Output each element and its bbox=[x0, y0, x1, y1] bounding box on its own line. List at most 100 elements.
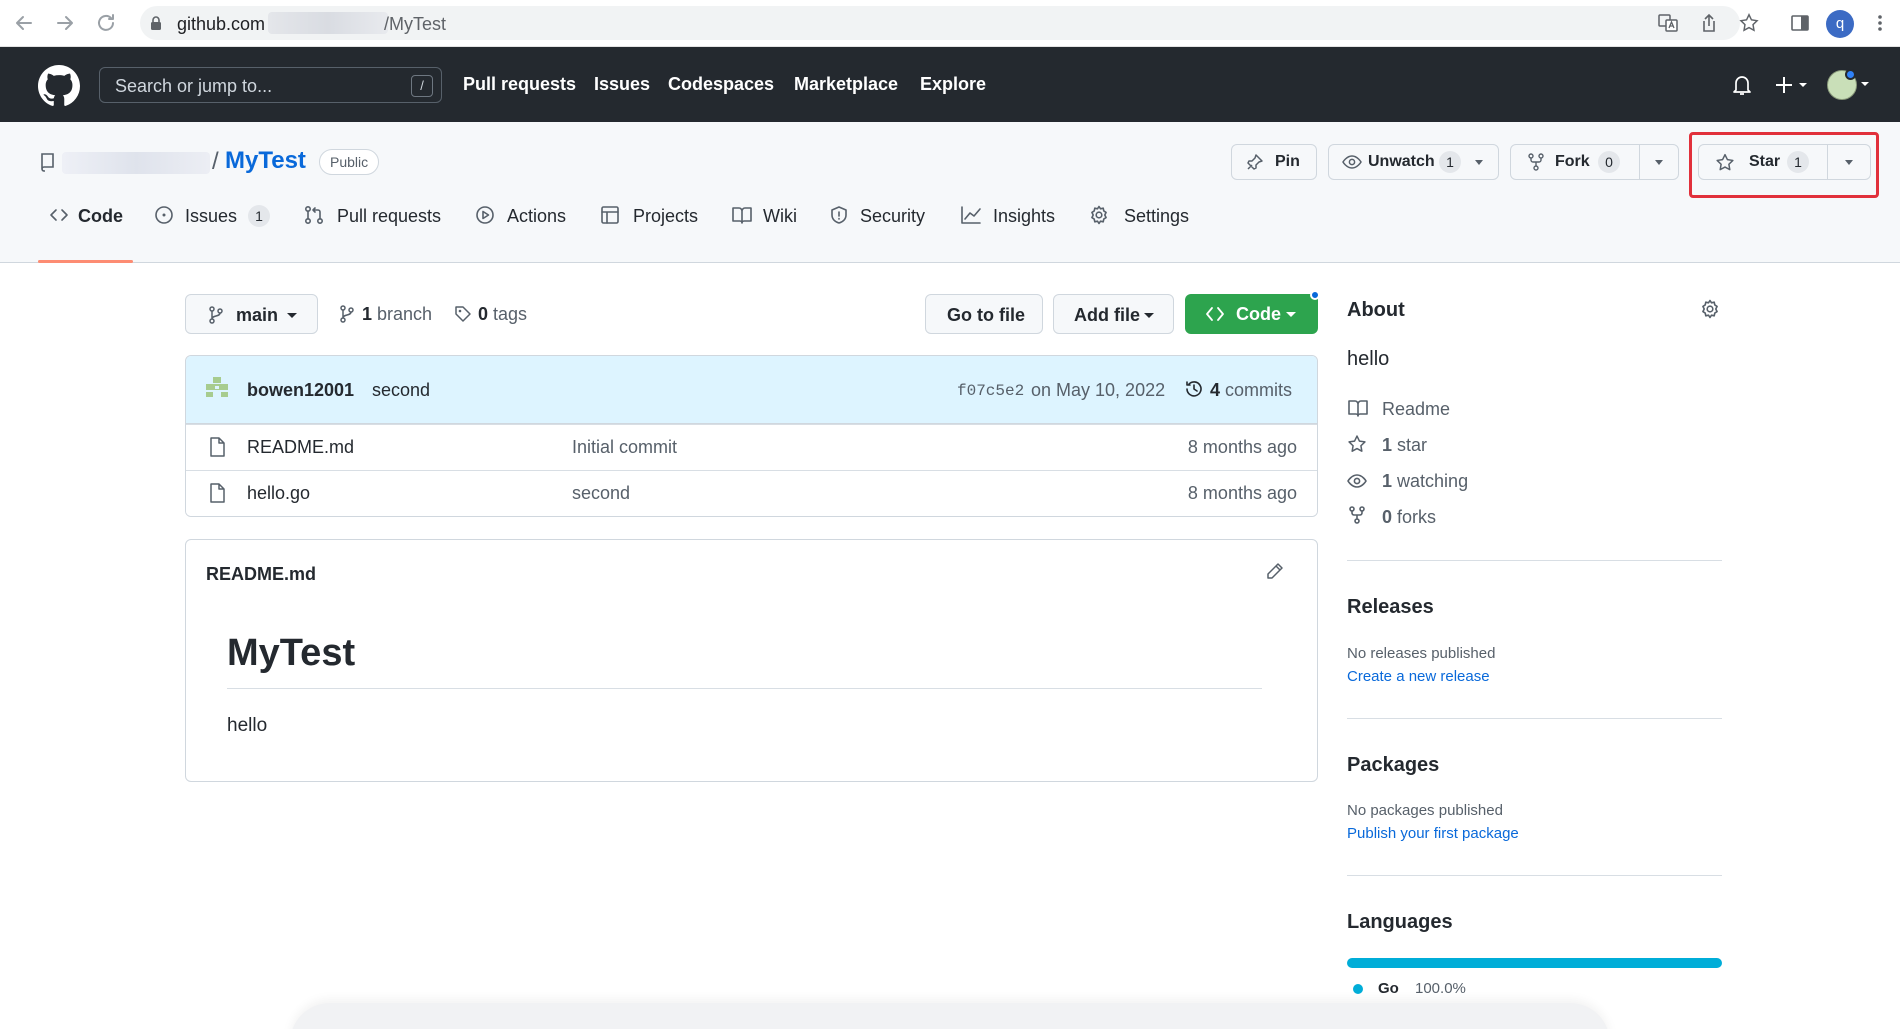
readme-filename-link[interactable]: README.md bbox=[206, 564, 316, 585]
translate-icon[interactable] bbox=[1657, 12, 1679, 34]
file-name-link[interactable]: README.md bbox=[247, 437, 354, 458]
branches-link[interactable]: 1 branch bbox=[362, 304, 432, 325]
tab-label: Security bbox=[860, 206, 926, 226]
git-branch-icon bbox=[340, 305, 354, 323]
pin-button[interactable]: Pin bbox=[1231, 144, 1317, 180]
eye-icon bbox=[1347, 474, 1367, 488]
nav-issues[interactable]: Issues bbox=[594, 74, 650, 95]
search-placeholder: Search or jump to... bbox=[115, 76, 273, 96]
stars-count: 1 bbox=[1382, 435, 1393, 455]
commit-sha-link[interactable]: f07c5e2 bbox=[957, 382, 1024, 400]
forks-word: forks bbox=[1397, 507, 1437, 527]
create-new-plus-icon[interactable] bbox=[1774, 74, 1810, 96]
code-icon bbox=[1206, 307, 1224, 321]
fork-dropdown-button[interactable] bbox=[1640, 145, 1678, 179]
caret-down-icon bbox=[287, 313, 297, 318]
add-file-label: Add file bbox=[1074, 305, 1140, 325]
tag-icon bbox=[455, 306, 471, 322]
address-path: /MyTest bbox=[384, 14, 447, 34]
tab-label: Actions bbox=[507, 206, 567, 226]
tab-label: Wiki bbox=[763, 206, 797, 226]
pin-icon bbox=[1247, 154, 1263, 170]
nav-marketplace[interactable]: Marketplace bbox=[794, 74, 898, 95]
shield-icon bbox=[831, 206, 847, 224]
unwatch-label: Unwatch bbox=[1368, 153, 1435, 170]
tab-label: Pull requests bbox=[337, 206, 442, 226]
search-shortcut-hint: / bbox=[411, 75, 433, 97]
sidebar-divider bbox=[1347, 560, 1722, 561]
star-icon bbox=[1348, 435, 1366, 452]
packages-heading-link[interactable]: Packages bbox=[1347, 754, 1439, 777]
repo-name-link[interactable]: MyTest bbox=[225, 147, 306, 175]
notifications-bell-icon[interactable] bbox=[1731, 73, 1753, 97]
git-branch-icon bbox=[209, 306, 223, 324]
side-panel-icon[interactable] bbox=[1789, 12, 1811, 34]
tab-label: Code bbox=[78, 206, 123, 226]
branch-select-button[interactable]: main bbox=[185, 294, 318, 334]
chevron-down-icon bbox=[1475, 160, 1483, 165]
tags-link[interactable]: 0 tags bbox=[478, 304, 527, 325]
address-host: github.com bbox=[177, 14, 266, 34]
about-settings-gear-icon[interactable] bbox=[1700, 299, 1720, 319]
forward-icon[interactable] bbox=[53, 11, 77, 35]
watch-count: 1 bbox=[1439, 151, 1461, 173]
fork-button-group: Fork 0 bbox=[1510, 144, 1679, 180]
address-bar[interactable]: github.com /MyTest bbox=[140, 6, 1740, 40]
tab-label: Settings bbox=[1124, 206, 1190, 226]
go-to-file-button[interactable]: Go to file bbox=[925, 294, 1043, 334]
pencil-edit-icon[interactable] bbox=[1266, 562, 1284, 580]
commit-word: commits bbox=[1225, 380, 1293, 400]
lock-icon bbox=[151, 16, 161, 30]
nav-pull-requests[interactable]: Pull requests bbox=[463, 74, 576, 95]
bookmark-star-icon[interactable] bbox=[1738, 12, 1760, 34]
back-icon[interactable] bbox=[12, 11, 36, 35]
publish-package-link[interactable]: Publish your first package bbox=[1347, 825, 1519, 842]
reload-icon[interactable] bbox=[94, 11, 118, 35]
avatar-caret-icon[interactable] bbox=[1860, 80, 1870, 88]
file-commit-message-link[interactable]: second bbox=[572, 483, 630, 504]
gear-icon bbox=[1091, 205, 1107, 225]
nav-codespaces[interactable]: Codespaces bbox=[668, 74, 774, 95]
github-header: Search or jump to... / Pull requests Iss… bbox=[0, 47, 1900, 122]
add-file-button[interactable]: Add file bbox=[1053, 294, 1174, 334]
repo-sidebar: About hello Readme 1 star 1 watching 0 f… bbox=[1347, 290, 1722, 1010]
language-name[interactable]: Go bbox=[1378, 980, 1399, 997]
file-age: 8 months ago bbox=[1187, 483, 1297, 503]
author-avatar[interactable] bbox=[204, 376, 230, 398]
commit-message-link[interactable]: second bbox=[372, 380, 430, 401]
caret-down-icon bbox=[1286, 312, 1296, 317]
file-icon bbox=[210, 483, 225, 503]
tab-label: Projects bbox=[633, 206, 699, 226]
sidebar-divider bbox=[1347, 875, 1722, 876]
latest-commit-row: bowen12001 second f07c5e2 on May 10, 202… bbox=[186, 356, 1317, 424]
readme-body: hello bbox=[227, 715, 268, 736]
file-icon bbox=[210, 437, 225, 457]
releases-heading-link[interactable]: Releases bbox=[1347, 596, 1434, 619]
file-browser: bowen12001 second f07c5e2 on May 10, 202… bbox=[185, 355, 1318, 517]
book-icon bbox=[1348, 400, 1368, 417]
commit-author-link[interactable]: bowen12001 bbox=[247, 380, 354, 401]
create-release-link[interactable]: Create a new release bbox=[1347, 668, 1490, 685]
file-row: README.md Initial commit 8 months ago bbox=[186, 424, 1317, 470]
code-button-notification-dot bbox=[1310, 290, 1320, 300]
stars-word: star bbox=[1397, 435, 1428, 455]
kebab-menu-icon[interactable] bbox=[1876, 12, 1884, 34]
eye-icon bbox=[1342, 155, 1362, 169]
unwatch-button[interactable]: Unwatch 1 bbox=[1328, 144, 1499, 180]
branch-count: 1 bbox=[362, 304, 373, 324]
browser-profile-avatar[interactable]: q bbox=[1826, 10, 1854, 38]
nav-explore[interactable]: Explore bbox=[920, 74, 986, 95]
graph-icon bbox=[961, 206, 981, 224]
github-logo-icon[interactable] bbox=[38, 65, 80, 107]
commits-link[interactable]: 4 commits bbox=[1210, 380, 1292, 401]
share-icon[interactable] bbox=[1698, 12, 1720, 34]
sidebar-divider bbox=[1347, 718, 1722, 719]
search-input[interactable]: Search or jump to... / bbox=[99, 67, 442, 103]
watching-count: 1 bbox=[1382, 471, 1393, 491]
fork-button[interactable]: Fork 0 bbox=[1511, 145, 1639, 179]
file-commit-message-link[interactable]: Initial commit bbox=[572, 437, 677, 458]
code-button[interactable]: Code bbox=[1185, 294, 1318, 334]
file-name-link[interactable]: hello.go bbox=[247, 483, 310, 504]
commit-count: 4 bbox=[1210, 380, 1221, 400]
redacted-owner-name[interactable] bbox=[62, 152, 210, 174]
